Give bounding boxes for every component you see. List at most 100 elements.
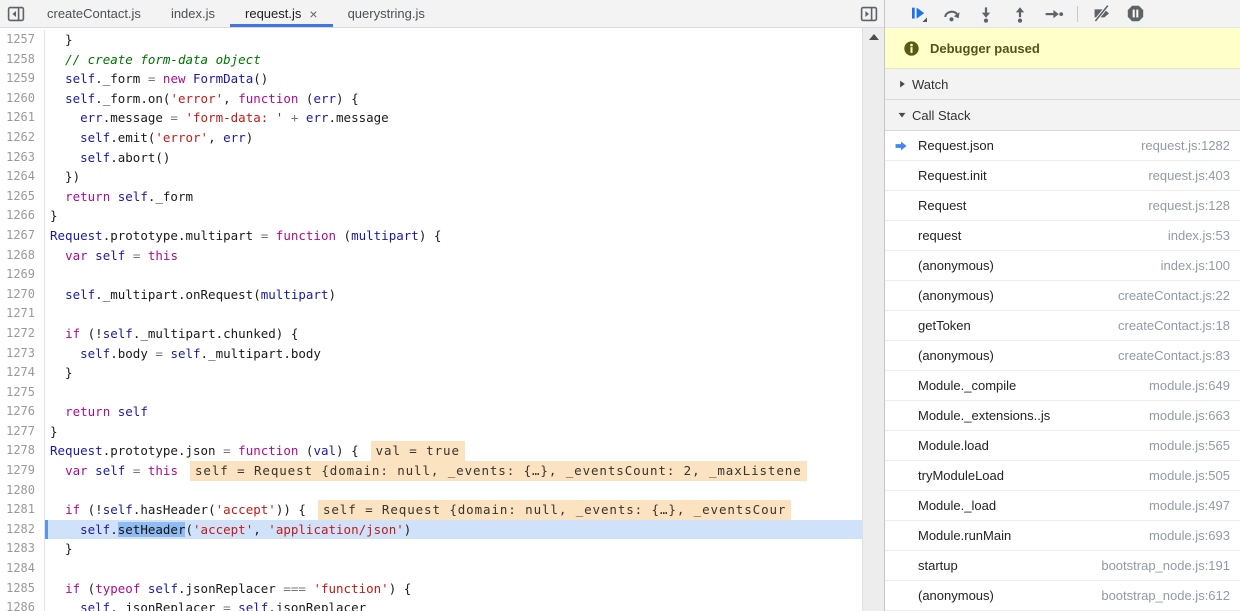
code-editor[interactable]: 1257 } 1258 // create form-data object 125… xyxy=(0,28,862,611)
line-number[interactable]: 1278 xyxy=(0,441,45,462)
tab-querystring-js[interactable]: querystring.js xyxy=(333,0,440,27)
code-line-1273: 1273 self.body = self._multipart.body xyxy=(0,343,862,364)
code-line-1264: 1264 }) xyxy=(0,167,862,187)
call-stack-frame[interactable]: getToken createContact.js:18 xyxy=(885,311,1240,341)
code-text: self._jsonReplacer = self.jsonReplacer xyxy=(80,600,367,611)
line-number[interactable]: 1257 xyxy=(0,30,45,50)
call-stack-frame[interactable]: (anonymous) createContact.js:83 xyxy=(885,341,1240,371)
line-number[interactable]: 1270 xyxy=(0,284,45,305)
call-stack-frame[interactable]: Module._compile module.js:649 xyxy=(885,371,1240,401)
code-line-1284: 1284 xyxy=(0,559,862,579)
line-number[interactable]: 1260 xyxy=(0,88,45,109)
call-stack-frame[interactable]: Module._extensions..js module.js:663 xyxy=(885,401,1240,431)
call-stack-frame[interactable]: (anonymous) bootstrap_node.js:612 xyxy=(885,581,1240,611)
line-number[interactable]: 1272 xyxy=(0,323,45,344)
frame-location: module.js:693 xyxy=(1149,528,1230,543)
step-over-icon xyxy=(944,10,960,21)
line-number[interactable]: 1258 xyxy=(0,49,45,70)
scroll-up-arrow-icon xyxy=(868,34,879,40)
line-number[interactable]: 1280 xyxy=(0,480,45,501)
step-over-button[interactable] xyxy=(935,1,969,27)
tab-index-js[interactable]: index.js xyxy=(156,0,230,27)
navigator-toggle-button[interactable] xyxy=(0,0,32,27)
frame-location: module.js:649 xyxy=(1149,378,1230,393)
frame-location: createContact.js:83 xyxy=(1117,348,1230,363)
code-line-1267: 1267 Request.prototype.multipart = functi… xyxy=(0,225,862,246)
step-into-icon xyxy=(981,6,991,23)
tab-createContact-js[interactable]: createContact.js xyxy=(32,0,156,27)
line-number[interactable]: 1279 xyxy=(0,461,45,481)
code-text: return self._form xyxy=(65,188,194,204)
source-editor: createContact.js index.js request.js × query… xyxy=(0,0,884,611)
code-text: err.message = 'form-data: ' + err.messag… xyxy=(80,110,389,126)
code-text: Request.prototype.json = function (val) … xyxy=(45,441,862,462)
pause-on-exceptions-button[interactable] xyxy=(1118,1,1152,27)
call-stack-frame[interactable]: Request request.js:128 xyxy=(885,191,1240,221)
debugger-paused-label: Debugger paused xyxy=(930,40,1040,56)
step-icon xyxy=(1045,9,1064,18)
code-text: return self xyxy=(65,404,148,420)
line-number[interactable]: 1263 xyxy=(0,147,45,168)
line-number[interactable]: 1283 xyxy=(0,539,45,560)
code-line-1259: 1259 self._form = new FormData() xyxy=(0,69,862,89)
line-number[interactable]: 1282 xyxy=(0,519,45,540)
line-number[interactable]: 1264 xyxy=(0,167,45,187)
watch-section-header[interactable]: Watch xyxy=(885,69,1240,100)
line-number[interactable]: 1259 xyxy=(0,69,45,89)
code-line-1285: 1285 if (typeof self.jsonReplacer === 'f… xyxy=(0,578,862,599)
line-number[interactable]: 1271 xyxy=(0,304,45,324)
frame-location: request.js:403 xyxy=(1148,168,1230,183)
step-out-button[interactable] xyxy=(1003,1,1037,27)
close-tab-icon[interactable]: × xyxy=(309,7,317,21)
tab-overflow-button[interactable] xyxy=(854,0,884,27)
frame-function-name: (anonymous) xyxy=(918,588,994,603)
scrollbar-up-button[interactable] xyxy=(863,28,884,46)
devtools-sources-panel: createContact.js index.js request.js × query… xyxy=(0,0,1240,611)
line-number[interactable]: 1273 xyxy=(0,343,45,364)
line-number[interactable]: 1265 xyxy=(0,186,45,207)
call-stack-frame[interactable]: request index.js:53 xyxy=(885,221,1240,251)
call-stack-frame[interactable]: Module._load module.js:497 xyxy=(885,491,1240,521)
call-stack-frame[interactable]: Module.load module.js:565 xyxy=(885,431,1240,461)
line-number[interactable]: 1285 xyxy=(0,578,45,599)
line-number[interactable]: 1266 xyxy=(0,206,45,226)
call-stack-frame[interactable]: Module.runMain module.js:693 xyxy=(885,521,1240,551)
line-number[interactable]: 1276 xyxy=(0,402,45,422)
step-out-icon xyxy=(1015,6,1025,23)
tab-request-js[interactable]: request.js × xyxy=(230,0,333,27)
line-number[interactable]: 1275 xyxy=(0,382,45,403)
code-line-1281: 1281 if (!self.hasHeader('accept')) {sel… xyxy=(0,500,862,520)
line-number[interactable]: 1268 xyxy=(0,245,45,266)
resume-icon xyxy=(911,7,927,22)
call-stack-frame[interactable]: startup bootstrap_node.js:191 xyxy=(885,551,1240,581)
code-line-1258: 1258 // create form-data object xyxy=(0,49,862,70)
line-number[interactable]: 1267 xyxy=(0,225,45,246)
inline-eval-hint: val = true xyxy=(370,441,465,462)
line-number[interactable]: 1286 xyxy=(0,598,45,611)
line-number[interactable]: 1262 xyxy=(0,127,45,148)
line-number[interactable]: 1269 xyxy=(0,265,45,285)
step-into-button[interactable] xyxy=(969,1,1003,27)
line-number[interactable]: 1274 xyxy=(0,363,45,383)
call-stack-section-header[interactable]: Call Stack xyxy=(885,100,1240,131)
resume-button[interactable] xyxy=(901,1,935,27)
call-stack-frame[interactable]: tryModuleLoad module.js:505 xyxy=(885,461,1240,491)
editor-tab-bar: createContact.js index.js request.js × query… xyxy=(0,0,884,28)
editor-vertical-scrollbar[interactable] xyxy=(862,28,884,611)
code-text: self.emit('error', err) xyxy=(80,129,254,145)
line-number[interactable]: 1277 xyxy=(0,421,45,442)
frame-location: bootstrap_node.js:191 xyxy=(1101,558,1230,573)
call-stack-frame[interactable]: Request.init request.js:403 xyxy=(885,161,1240,191)
deactivate-breakpoints-button[interactable] xyxy=(1084,1,1118,27)
line-number[interactable]: 1281 xyxy=(0,500,45,520)
line-number[interactable]: 1261 xyxy=(0,108,45,128)
call-stack-frame[interactable]: (anonymous) index.js:100 xyxy=(885,251,1240,281)
frame-location: request.js:1282 xyxy=(1141,138,1230,153)
tab-label: index.js xyxy=(170,6,216,21)
call-stack-frame[interactable]: Request.json request.js:1282 xyxy=(885,131,1240,161)
step-button[interactable] xyxy=(1037,1,1071,27)
frame-location: index.js:53 xyxy=(1167,228,1230,243)
line-number[interactable]: 1284 xyxy=(0,559,45,579)
call-stack-frame[interactable]: (anonymous) createContact.js:22 xyxy=(885,281,1240,311)
